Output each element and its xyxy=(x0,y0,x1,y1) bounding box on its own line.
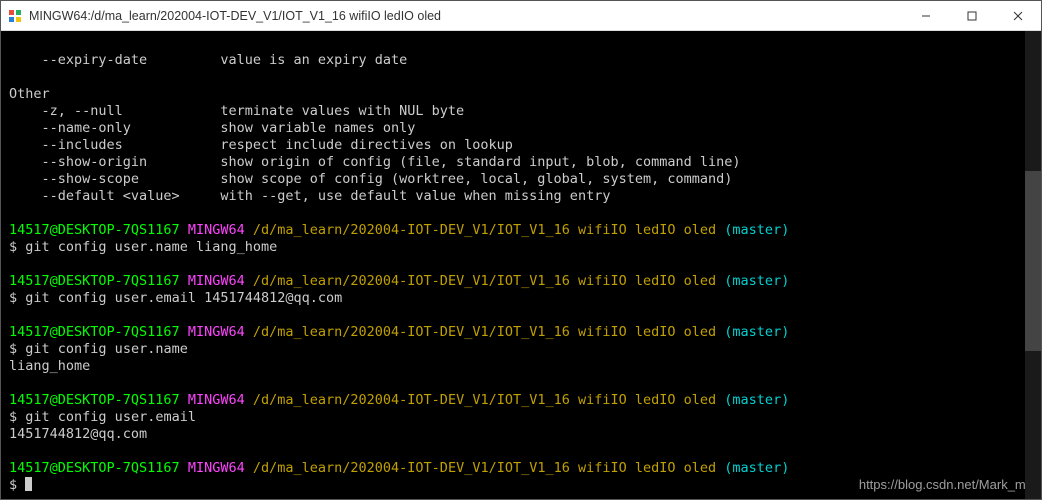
help-line: --name-only show variable names only xyxy=(9,120,415,136)
scrollbar-thumb[interactable] xyxy=(1025,171,1041,351)
prompt-userhost: 14517@DESKTOP-7QS1167 xyxy=(9,392,180,408)
terminal-area[interactable]: --expiry-date value is an expiry date Ot… xyxy=(1,31,1041,499)
command-output: liang_home xyxy=(9,358,90,374)
prompt-branch: (master) xyxy=(724,222,789,238)
prompt-ps1: $ xyxy=(9,341,17,357)
close-button[interactable] xyxy=(995,1,1041,30)
prompt-path: /d/ma_learn/202004-IOT-DEV_V1/IOT_V1_16 … xyxy=(253,460,716,476)
app-window: MINGW64:/d/ma_learn/202004-IOT-DEV_V1/IO… xyxy=(0,0,1042,500)
scrollbar[interactable] xyxy=(1025,31,1041,499)
titlebar[interactable]: MINGW64:/d/ma_learn/202004-IOT-DEV_V1/IO… xyxy=(1,1,1041,31)
prompt-shell: MINGW64 xyxy=(188,273,245,289)
command-output: 1451744812@qq.com xyxy=(9,426,147,442)
prompt-branch: (master) xyxy=(724,460,789,476)
watermark: https://blog.csdn.net/Mark_md xyxy=(859,476,1033,493)
prompt-path: /d/ma_learn/202004-IOT-DEV_V1/IOT_V1_16 … xyxy=(253,273,716,289)
prompt-userhost: 14517@DESKTOP-7QS1167 xyxy=(9,273,180,289)
command-input: git config user.email 1451744812@qq.com xyxy=(25,290,342,306)
prompt-ps1: $ xyxy=(9,409,17,425)
minimize-button[interactable] xyxy=(903,1,949,30)
help-line: --includes respect include directives on… xyxy=(9,137,513,153)
help-line: -z, --null terminate values with NUL byt… xyxy=(9,103,464,119)
prompt-shell: MINGW64 xyxy=(188,392,245,408)
help-line: --expiry-date value is an expiry date xyxy=(9,52,407,68)
command-input: git config user.name xyxy=(25,341,188,357)
prompt-path: /d/ma_learn/202004-IOT-DEV_V1/IOT_V1_16 … xyxy=(253,392,716,408)
help-line: --default <value> with --get, use defaul… xyxy=(9,188,610,204)
command-input: git config user.name liang_home xyxy=(25,239,277,255)
prompt-userhost: 14517@DESKTOP-7QS1167 xyxy=(9,460,180,476)
prompt-branch: (master) xyxy=(724,273,789,289)
prompt-ps1: $ xyxy=(9,477,17,493)
maximize-button[interactable] xyxy=(949,1,995,30)
prompt-path: /d/ma_learn/202004-IOT-DEV_V1/IOT_V1_16 … xyxy=(253,222,716,238)
prompt-shell: MINGW64 xyxy=(188,460,245,476)
app-icon xyxy=(7,8,23,24)
cursor xyxy=(25,477,32,491)
command-input: git config user.email xyxy=(25,409,196,425)
prompt-userhost: 14517@DESKTOP-7QS1167 xyxy=(9,324,180,340)
help-header: Other xyxy=(9,86,50,102)
help-line: --show-origin show origin of config (fil… xyxy=(9,154,741,170)
help-line: --show-scope show scope of config (workt… xyxy=(9,171,732,187)
prompt-branch: (master) xyxy=(724,392,789,408)
prompt-shell: MINGW64 xyxy=(188,222,245,238)
window-controls xyxy=(903,1,1041,30)
prompt-ps1: $ xyxy=(9,239,17,255)
prompt-ps1: $ xyxy=(9,290,17,306)
prompt-userhost: 14517@DESKTOP-7QS1167 xyxy=(9,222,180,238)
prompt-branch: (master) xyxy=(724,324,789,340)
window-title: MINGW64:/d/ma_learn/202004-IOT-DEV_V1/IO… xyxy=(29,9,441,23)
prompt-path: /d/ma_learn/202004-IOT-DEV_V1/IOT_V1_16 … xyxy=(253,324,716,340)
prompt-shell: MINGW64 xyxy=(188,324,245,340)
